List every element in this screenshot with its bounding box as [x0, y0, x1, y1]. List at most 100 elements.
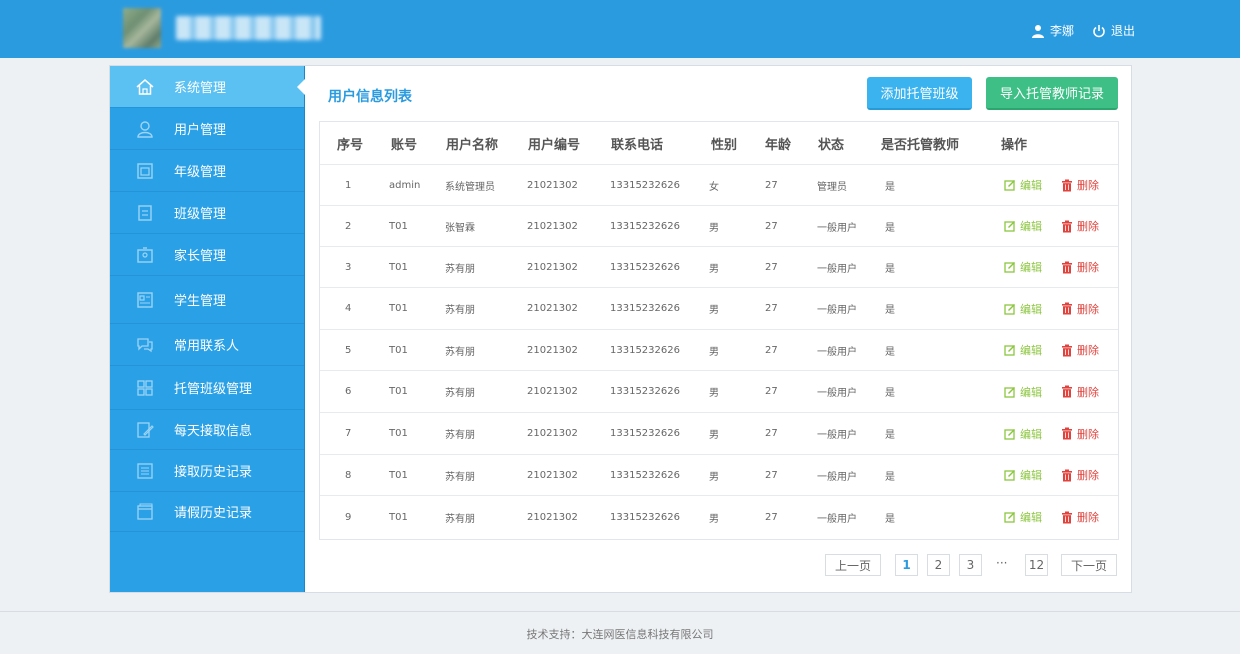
cell-phone: 13315232626: [610, 220, 680, 232]
edit-button[interactable]: 编辑: [1004, 218, 1042, 234]
student-icon: [134, 289, 156, 311]
cell-code: 21021302: [527, 428, 578, 439]
edit-label: 编辑: [1020, 469, 1042, 482]
cell-name: 苏有朋: [445, 263, 475, 275]
edit-button[interactable]: 编辑: [1004, 509, 1042, 525]
col-header-phone: 联系电话: [611, 137, 664, 153]
delete-label: 删除: [1077, 385, 1099, 399]
pagination-ellipsis: ···: [996, 556, 1008, 570]
cell-is-teacher: 是: [885, 471, 895, 483]
delete-button[interactable]: 删除: [1061, 301, 1099, 317]
delete-label: 删除: [1077, 302, 1099, 316]
cell-no: 5: [345, 344, 352, 356]
cell-code: 21021302: [527, 179, 578, 191]
prev-page-button[interactable]: 上一页: [825, 554, 881, 576]
logout-button[interactable]: 退出: [1092, 22, 1135, 39]
edit-button[interactable]: 编辑: [1004, 259, 1042, 275]
edit-label: 编辑: [1020, 220, 1042, 233]
sidebar-item-pickup-history[interactable]: 接取历史记录: [110, 450, 304, 492]
sidebar-item-label: 学生管理: [174, 294, 227, 309]
delete-label: 删除: [1077, 179, 1099, 192]
cell-name: 苏有朋: [445, 471, 475, 483]
sidebar-item-label: 托管班级管理: [174, 382, 253, 397]
user-icon: [134, 118, 156, 140]
cell-no: 8: [345, 469, 352, 481]
app-title-blurred: [176, 16, 321, 40]
cell-no: 1: [345, 179, 352, 191]
sidebar-item-daily-pickup[interactable]: 每天接取信息: [110, 410, 304, 450]
cell-phone: 13315232626: [610, 469, 680, 481]
cell-status: 一般用户: [817, 305, 857, 316]
edit-button[interactable]: 编辑: [1004, 177, 1042, 193]
cell-gender: 男: [709, 263, 719, 275]
delete-button[interactable]: 删除: [1061, 509, 1099, 525]
cell-no: 9: [345, 511, 352, 523]
page-12-button[interactable]: 12: [1025, 554, 1048, 576]
col-header-age: 年龄: [765, 137, 792, 153]
sidebar-item-grades[interactable]: 年级管理: [110, 150, 304, 192]
edit-button[interactable]: 编辑: [1004, 467, 1042, 483]
cell-gender: 男: [709, 346, 719, 358]
cell-code: 21021302: [527, 220, 578, 232]
user-area: 李娜 退出: [1013, 22, 1135, 39]
cell-is-teacher: 是: [885, 222, 895, 234]
home-icon: [134, 76, 156, 98]
cell-code: 21021302: [527, 261, 578, 273]
edit-button[interactable]: 编辑: [1004, 384, 1042, 400]
cell-phone: 13315232626: [610, 344, 680, 356]
sidebar-item-contacts[interactable]: 常用联系人: [110, 324, 304, 366]
cell-name: 苏有朋: [445, 346, 475, 358]
sidebar-item-system[interactable]: 系统管理: [110, 66, 305, 108]
delete-button[interactable]: 删除: [1061, 467, 1099, 483]
power-icon: [1093, 24, 1105, 37]
sidebar-item-care-classes[interactable]: 托管班级管理: [110, 366, 304, 410]
next-page-button[interactable]: 下一页: [1061, 554, 1117, 576]
cell-is-teacher: 是: [885, 181, 895, 193]
delete-button[interactable]: 删除: [1061, 259, 1099, 275]
delete-button[interactable]: 删除: [1061, 218, 1099, 234]
delete-button[interactable]: 删除: [1061, 177, 1099, 193]
delete-button[interactable]: 删除: [1061, 384, 1099, 400]
col-header-account: 账号: [391, 137, 418, 153]
cell-is-teacher: 是: [885, 513, 895, 525]
import-teacher-records-button[interactable]: 导入托管教师记录: [986, 77, 1118, 110]
cell-name: 苏有朋: [445, 513, 475, 525]
edit-icon: [1004, 428, 1015, 440]
sidebar-item-leave-history[interactable]: 请假历史记录: [110, 492, 304, 532]
edit-button[interactable]: 编辑: [1004, 301, 1042, 317]
trash-icon: [1062, 385, 1072, 398]
cell-no: 3: [345, 261, 352, 273]
cell-phone: 13315232626: [610, 303, 680, 314]
edit-button[interactable]: 编辑: [1004, 426, 1042, 442]
user-profile-link[interactable]: 李娜: [1031, 22, 1074, 39]
page-2-button[interactable]: 2: [927, 554, 950, 576]
delete-button[interactable]: 删除: [1061, 342, 1099, 358]
trash-icon: [1062, 302, 1072, 315]
contact-icon: [134, 334, 156, 356]
col-header-status: 状态: [818, 137, 845, 153]
cell-code: 21021302: [527, 303, 578, 314]
cell-age: 27: [765, 261, 778, 273]
logo: [123, 8, 161, 48]
user-name: 李娜: [1049, 24, 1074, 38]
sidebar-item-classes[interactable]: 班级管理: [110, 192, 304, 234]
edit-button[interactable]: 编辑: [1004, 342, 1042, 358]
sidebar-item-label: 系统管理: [174, 81, 227, 96]
page-3-button[interactable]: 3: [959, 554, 982, 576]
add-care-class-button[interactable]: 添加托管班级: [867, 77, 972, 110]
cell-status: 一般用户: [817, 222, 857, 234]
cell-account: T01: [389, 386, 408, 397]
footer-text: 技术支持：大连网医信息科技有限公司: [526, 628, 714, 641]
cell-is-teacher: 是: [885, 346, 895, 358]
page-1-button[interactable]: 1: [895, 554, 918, 576]
cell-code: 21021302: [527, 511, 578, 523]
cell-code: 21021302: [527, 344, 578, 356]
cell-account: admin: [389, 179, 421, 191]
sidebar-item-students[interactable]: 学生管理: [110, 276, 304, 324]
cell-is-teacher: 是: [885, 305, 895, 316]
delete-button[interactable]: 删除: [1061, 426, 1099, 442]
trash-icon: [1062, 344, 1072, 356]
sidebar-item-parents[interactable]: 家长管理: [110, 234, 304, 276]
sidebar-item-users[interactable]: 用户管理: [110, 108, 304, 150]
delete-label: 删除: [1077, 220, 1099, 233]
